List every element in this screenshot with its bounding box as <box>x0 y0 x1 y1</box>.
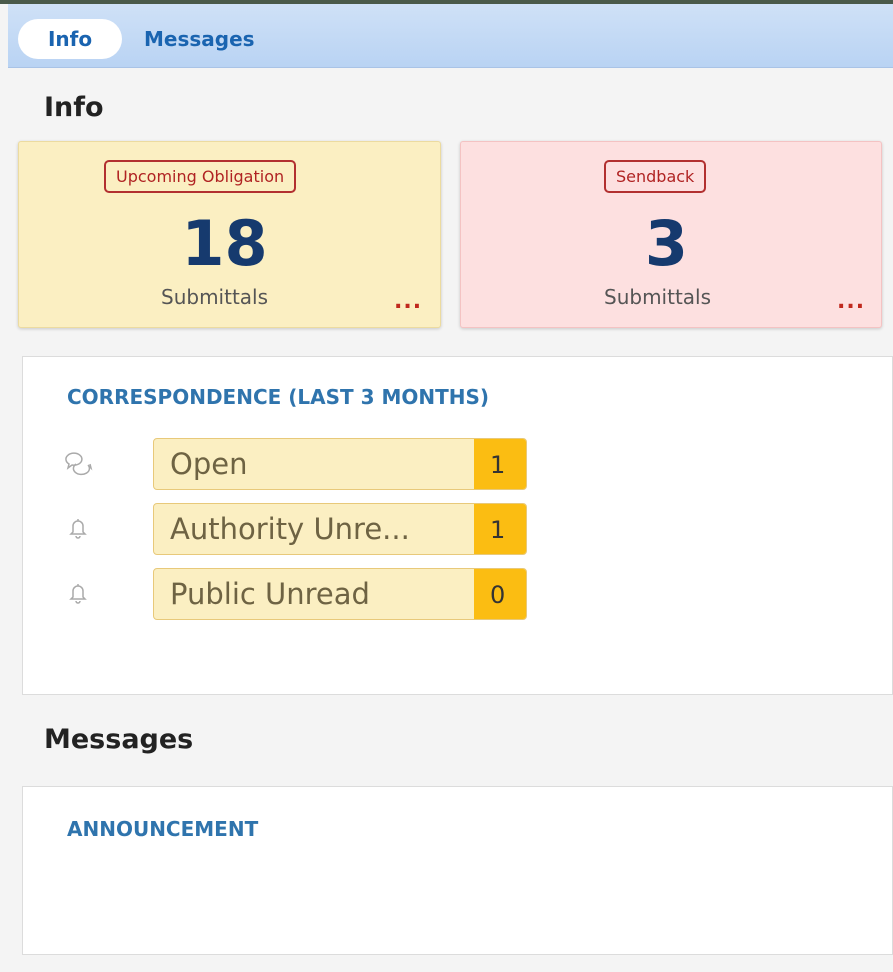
bell-icon <box>63 580 93 606</box>
correspondence-authority-unread-label: Authority Unre... <box>170 512 410 546</box>
bell-icon <box>63 515 93 541</box>
correspondence-heading: CORRESPONDENCE (LAST 3 MONTHS) <box>67 385 490 409</box>
sendback-unit: Submittals <box>604 285 712 309</box>
upcoming-obligation-more-button[interactable]: ... <box>394 291 422 313</box>
announcement-panel: ANNOUNCEMENT <box>22 786 893 955</box>
sendback-card[interactable]: Sendback 3 Submittals ... <box>460 141 882 328</box>
correspondence-public-unread-pill[interactable]: Public Unread 0 <box>153 568 527 620</box>
announcement-heading: ANNOUNCEMENT <box>67 817 259 841</box>
correspondence-authority-unread-pill[interactable]: Authority Unre... 1 <box>153 503 527 555</box>
correspondence-public-unread-count: 0 <box>474 569 526 619</box>
sendback-badge: Sendback <box>604 160 707 193</box>
tab-info[interactable]: Info <box>18 19 122 59</box>
upcoming-obligation-unit: Submittals <box>161 285 269 309</box>
sendback-more-button[interactable]: ... <box>837 291 865 313</box>
correspondence-open-label: Open <box>170 447 248 481</box>
sendback-count: 3 <box>644 207 689 280</box>
correspondence-open-count: 1 <box>474 439 526 489</box>
chat-bubbles-icon <box>63 450 93 476</box>
tab-bar: Info Messages <box>8 4 893 68</box>
upcoming-obligation-count: 18 <box>181 207 268 280</box>
correspondence-panel: CORRESPONDENCE (LAST 3 MONTHS) Open 1 Au… <box>22 356 893 695</box>
correspondence-row-open: Open 1 <box>23 438 623 490</box>
messages-section-title: Messages <box>44 724 194 755</box>
tab-messages[interactable]: Messages <box>144 19 255 59</box>
correspondence-open-pill[interactable]: Open 1 <box>153 438 527 490</box>
upcoming-obligation-badge: Upcoming Obligation <box>104 160 297 193</box>
correspondence-row-authority-unread: Authority Unre... 1 <box>23 503 623 555</box>
correspondence-row-public-unread: Public Unread 0 <box>23 568 623 620</box>
upcoming-obligation-card[interactable]: Upcoming Obligation 18 Submittals ... <box>18 141 441 328</box>
correspondence-public-unread-label: Public Unread <box>170 577 370 611</box>
info-section-title: Info <box>44 92 104 123</box>
correspondence-authority-unread-count: 1 <box>474 504 526 554</box>
